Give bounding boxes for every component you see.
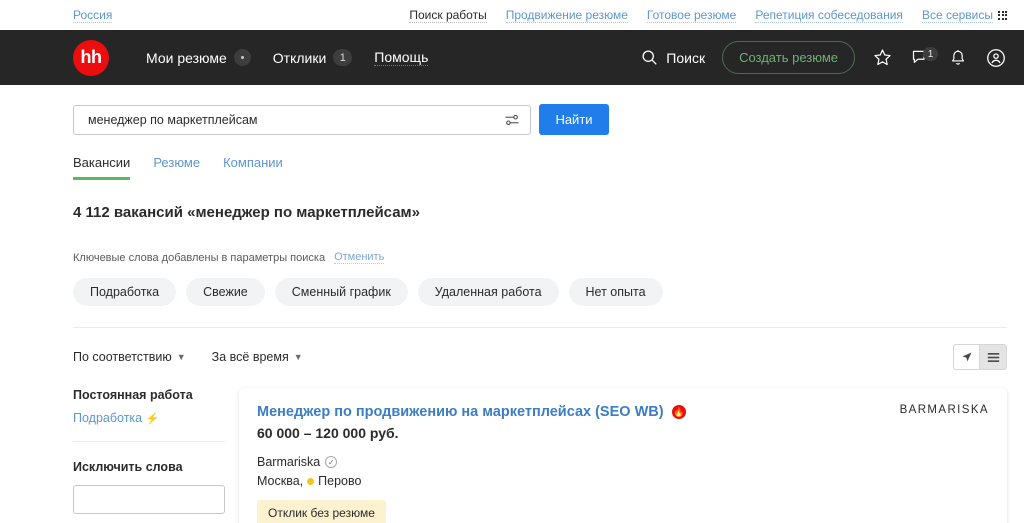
exclude-words-input[interactable] bbox=[73, 485, 225, 514]
keywords-note-row: Ключевые слова добавлены в параметры пои… bbox=[73, 251, 1007, 264]
period-label: За всё время bbox=[211, 350, 289, 364]
sort-bar: По соответствию ▼ За всё время ▼ bbox=[73, 327, 1007, 370]
header-right-actions: Поиск Создать резюме 1 bbox=[641, 41, 1007, 74]
top-nav-item-ready-resume[interactable]: Готовое резюме bbox=[646, 8, 737, 23]
main-header: hh Мои резюме Отклики 1 Помощь Поиск Соз… bbox=[0, 30, 1024, 85]
fire-icon: 🔥 bbox=[671, 405, 686, 419]
vacancy-location-row: Москва, Перово bbox=[257, 474, 989, 488]
chevron-down-icon: ▼ bbox=[293, 352, 303, 362]
filter-part-time-label: Подработка bbox=[73, 411, 143, 425]
pill-part-time[interactable]: Подработка bbox=[73, 278, 177, 306]
vacancy-results-list: BARMARISKA Менеджер по продвижению на ма… bbox=[239, 388, 1007, 523]
pill-shift-schedule[interactable]: Сменный график bbox=[274, 278, 408, 306]
search-field-wrapper[interactable] bbox=[73, 104, 531, 135]
view-toggle-group bbox=[953, 344, 1007, 370]
find-button[interactable]: Найти bbox=[539, 104, 609, 135]
header-nav-my-resumes-label: Мои резюме bbox=[146, 49, 227, 66]
company-logo: BARMARISKA bbox=[899, 404, 989, 416]
header-nav-responses-label: Отклики bbox=[272, 49, 327, 66]
notifications-button[interactable] bbox=[948, 48, 968, 68]
filter-exclude-block: Исключить слова bbox=[73, 460, 225, 514]
vacancy-company-name: Barmariska bbox=[257, 455, 321, 469]
sort-by-dropdown[interactable]: По соответствию ▼ bbox=[73, 350, 186, 364]
header-nav-help[interactable]: Помощь bbox=[374, 49, 429, 66]
filters-sidebar: Постоянная работа Подработка ⚡ Исключить… bbox=[73, 388, 239, 523]
list-view-icon bbox=[987, 352, 999, 362]
tab-resumes[interactable]: Резюме bbox=[153, 155, 200, 180]
filter-employment-title: Постоянная работа bbox=[73, 388, 193, 402]
check-circle-icon: ✓ bbox=[325, 456, 338, 468]
favorites-button[interactable] bbox=[872, 47, 893, 68]
header-search-button[interactable]: Поиск bbox=[641, 49, 705, 66]
navigate-arrow-icon bbox=[962, 352, 971, 362]
my-resumes-dot-badge bbox=[233, 49, 251, 66]
keywords-cancel-link[interactable]: Отменить bbox=[334, 251, 385, 264]
header-nav: Мои резюме Отклики 1 Помощь bbox=[146, 49, 429, 66]
sort-by-label: По соответствию bbox=[73, 350, 172, 364]
top-nav-item-resume-promotion[interactable]: Продвижение резюме bbox=[505, 8, 628, 23]
vacancy-company-row[interactable]: Barmariska ✓ bbox=[257, 455, 989, 469]
quick-filter-pills: Подработка Свежие Сменный график Удаленн… bbox=[73, 278, 1007, 306]
metro-dot-icon bbox=[307, 477, 315, 485]
search-icon bbox=[642, 50, 658, 65]
keywords-note-text: Ключевые слова добавлены в параметры пои… bbox=[73, 251, 326, 264]
top-utility-bar: Россия Поиск работы Продвижение резюме Г… bbox=[0, 0, 1024, 30]
vacancy-metro: Перово bbox=[318, 474, 362, 488]
responses-count-badge: 1 bbox=[333, 49, 353, 66]
vacancy-city: Москва, bbox=[257, 474, 304, 488]
pill-remote-work[interactable]: Удаленная работа bbox=[417, 278, 559, 306]
create-resume-button[interactable]: Создать резюме bbox=[722, 41, 855, 74]
results-heading: 4 112 вакансий «менеджер по маркетплейса… bbox=[73, 204, 420, 221]
messages-button[interactable]: 1 bbox=[910, 47, 938, 68]
vacancy-card[interactable]: BARMARISKA Менеджер по продвижению на ма… bbox=[239, 388, 1007, 523]
advanced-search-button[interactable] bbox=[504, 112, 520, 128]
vacancy-salary: 60 000 – 120 000 руб. bbox=[257, 425, 399, 441]
all-services-button[interactable]: Все сервисы bbox=[921, 7, 1007, 23]
sliders-icon bbox=[505, 114, 519, 125]
grid-icon bbox=[998, 10, 1007, 20]
vacancy-title-row: Менеджер по продвижению на маркетплейсах… bbox=[257, 404, 989, 420]
search-tabs: Вакансии Резюме Компании bbox=[73, 155, 1007, 180]
reply-without-resume-tag: Отклик без резюме bbox=[257, 500, 386, 523]
view-list-button[interactable] bbox=[980, 344, 1007, 370]
top-nav: Поиск работы Продвижение резюме Готовое … bbox=[409, 8, 1007, 23]
lightning-icon: ⚡ bbox=[145, 413, 160, 425]
tab-vacancies[interactable]: Вакансии bbox=[73, 155, 131, 180]
profile-button[interactable] bbox=[985, 47, 1007, 69]
search-input[interactable] bbox=[86, 111, 504, 128]
star-icon bbox=[874, 49, 891, 66]
header-nav-responses[interactable]: Отклики 1 bbox=[273, 49, 353, 66]
page-body: Найти Вакансии Резюме Компании 4 112 вак… bbox=[0, 104, 1024, 523]
header-search-label: Поиск bbox=[666, 49, 706, 66]
content-area: Постоянная работа Подработка ⚡ Исключить… bbox=[73, 388, 1007, 523]
header-nav-my-resumes[interactable]: Мои резюме bbox=[146, 49, 251, 66]
chevron-down-icon: ▼ bbox=[176, 352, 186, 362]
messages-count-badge: 1 bbox=[923, 47, 938, 61]
hh-logo[interactable]: hh bbox=[73, 39, 109, 76]
all-services-label: Все сервисы bbox=[921, 7, 993, 23]
filter-divider bbox=[73, 441, 225, 442]
user-icon bbox=[987, 48, 1005, 67]
vacancy-title-link[interactable]: Менеджер по продвижению на маркетплейсах… bbox=[257, 404, 664, 420]
pill-fresh[interactable]: Свежие bbox=[186, 278, 265, 306]
pill-no-experience[interactable]: Нет опыта bbox=[568, 278, 663, 306]
search-row: Найти bbox=[73, 104, 1007, 135]
period-dropdown[interactable]: За всё время ▼ bbox=[212, 350, 303, 364]
top-nav-item-job-search[interactable]: Поиск работы bbox=[409, 8, 487, 23]
bell-icon bbox=[952, 49, 964, 65]
top-nav-item-interview-rehearsal[interactable]: Репетиция собеседования bbox=[755, 8, 903, 23]
filter-part-time-link[interactable]: Подработка ⚡ bbox=[73, 411, 225, 425]
tab-companies[interactable]: Компании bbox=[223, 155, 283, 180]
filter-exclude-title: Исключить слова bbox=[73, 460, 183, 474]
region-selector[interactable]: Россия bbox=[73, 8, 113, 23]
view-map-button[interactable] bbox=[953, 344, 980, 370]
